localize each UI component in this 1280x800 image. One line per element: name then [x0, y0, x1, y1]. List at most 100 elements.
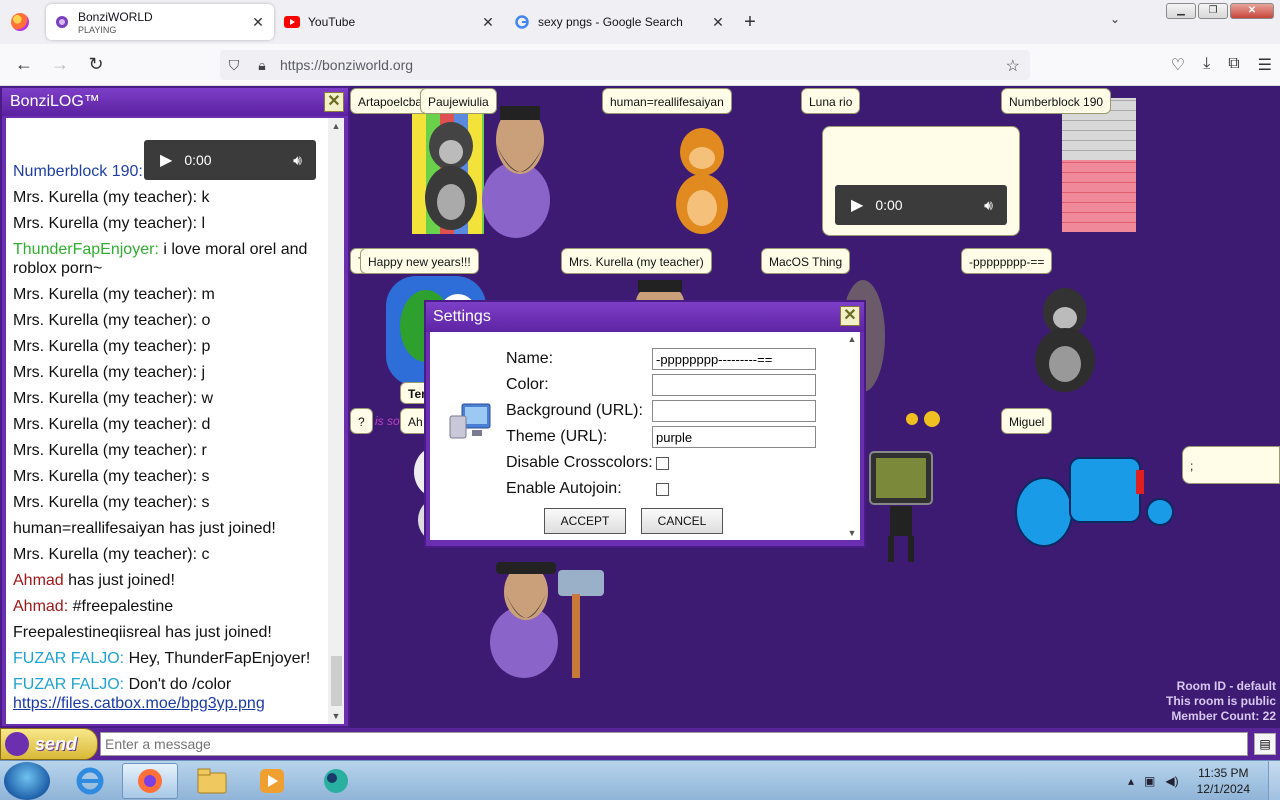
- chat-log[interactable]: ▶ 0:00 🔊︎ Numberblock 190: Mrs. Kurella …: [6, 118, 344, 724]
- clock[interactable]: 11:35 PM 12/1/2024: [1197, 765, 1250, 797]
- settings-title: Settings: [433, 308, 491, 325]
- clock-date: 12/1/2024: [1196, 782, 1250, 796]
- blue-character-sprite[interactable]: [1014, 450, 1174, 550]
- scroll-down-icon[interactable]: ▼: [328, 708, 344, 724]
- show-desktop-button[interactable]: [1268, 761, 1280, 800]
- close-tab-icon[interactable]: ✕: [250, 14, 266, 30]
- accept-button[interactable]: ACCEPT: [544, 508, 626, 534]
- color-field[interactable]: [652, 374, 816, 396]
- send-button[interactable]: send: [0, 728, 98, 760]
- bookmark-star-icon[interactable]: ☆: [1006, 56, 1020, 76]
- numberblock-190-sprite[interactable]: [1062, 98, 1136, 232]
- lock-icon[interactable]: 🔒︎: [248, 57, 276, 74]
- speaker-icon[interactable]: ◀): [1165, 774, 1178, 788]
- background-url-label: Background (URL):: [506, 402, 643, 419]
- log-link[interactable]: https://files.catbox.moe/bpg3yp.png: [13, 695, 265, 712]
- log-username: ThunderFapEnjoyer:: [13, 241, 159, 258]
- pocket-icon[interactable]: ♡: [1171, 55, 1185, 75]
- volume-icon[interactable]: 🔊︎: [984, 197, 993, 214]
- system-tray: ▴ ▣ ◀) 11:35 PM 12/1/2024: [1128, 761, 1280, 800]
- shield-icon[interactable]: ⛉: [220, 57, 248, 74]
- name-tag: Numberblock 190: [1001, 88, 1112, 114]
- bonzi-face-icon: [5, 732, 29, 756]
- cancel-button[interactable]: CANCEL: [641, 508, 723, 534]
- log-username: FUZAR FALJO:: [13, 650, 125, 667]
- log-line: Mrs. Kurella (my teacher): d: [13, 416, 211, 433]
- tab-subtitle: PLAYING: [78, 24, 117, 35]
- play-icon[interactable]: ▶: [851, 195, 863, 215]
- hammer-bonzi-sprite[interactable]: [474, 558, 614, 682]
- app-icon[interactable]: [308, 763, 364, 799]
- internet-explorer-icon[interactable]: [62, 763, 118, 799]
- scroll-down-icon[interactable]: ▼: [844, 528, 860, 538]
- forward-icon[interactable]: →: [42, 54, 78, 75]
- reload-icon[interactable]: ↻: [78, 54, 114, 75]
- navigation-bar: ← → ↻ ⛉ 🔒︎ https://bonziworld.org ☆ ♡ ⤓ …: [0, 44, 1280, 86]
- gorilla-sprite[interactable]: [1020, 282, 1110, 398]
- room-id: Room ID - default: [1176, 679, 1276, 693]
- theme-url-field[interactable]: [652, 426, 816, 448]
- url-text[interactable]: https://bonziworld.org: [280, 57, 413, 73]
- bearded-bonzi-sprite[interactable]: [472, 100, 560, 240]
- enable-autojoin-label: Enable Autojoin:: [506, 480, 622, 497]
- settings-dialog: Settings ✕ Name: Color: Background (URL)…: [424, 300, 866, 548]
- window-controls: ▁ ❐ ✕: [1166, 3, 1274, 19]
- tab-google-search[interactable]: sexy pngs - Google Search ✕: [506, 4, 734, 40]
- message-bar: send ▤: [0, 728, 1280, 760]
- attachment-icon[interactable]: ▤: [1254, 733, 1276, 755]
- firefox-taskbar-icon[interactable]: [122, 763, 178, 799]
- restore-button[interactable]: ❐: [1198, 3, 1228, 19]
- extensions-icon[interactable]: ⧉: [1228, 55, 1239, 75]
- name-field[interactable]: [652, 348, 816, 370]
- settings-title-bar: Settings ✕: [426, 302, 864, 332]
- name-tag: Mrs. Kurella (my teacher): [561, 248, 712, 274]
- firefox-logo-icon[interactable]: [11, 13, 29, 31]
- background-url-field[interactable]: [652, 400, 816, 422]
- bonzilog-panel: BonziLOG™ ✕ ▶ 0:00 🔊︎ Numberblock 190: M…: [0, 86, 350, 728]
- close-icon[interactable]: ✕: [324, 92, 344, 112]
- audio-time: 0:00: [875, 197, 903, 213]
- close-tab-icon[interactable]: ✕: [480, 14, 496, 30]
- scroll-up-icon[interactable]: ▲: [844, 334, 860, 344]
- tv-robot-sprite[interactable]: [866, 446, 936, 564]
- log-line: Mrs. Kurella (my teacher): p: [13, 338, 211, 355]
- log-line: Mrs. Kurella (my teacher): s: [13, 494, 210, 511]
- settings-scrollbar[interactable]: ▲ ▼: [844, 332, 860, 540]
- audio-player[interactable]: ▶ 0:00 🔊︎: [835, 185, 1007, 225]
- orange-bonzi-sprite[interactable]: [662, 120, 742, 240]
- network-icon[interactable]: ▣: [1144, 774, 1155, 788]
- google-icon: [514, 14, 530, 30]
- show-hidden-icons-icon[interactable]: ▴: [1128, 774, 1134, 788]
- scroll-up-icon[interactable]: ▲: [328, 118, 344, 134]
- file-explorer-icon[interactable]: [184, 763, 240, 799]
- menu-icon[interactable]: ☰: [1258, 55, 1272, 75]
- close-icon[interactable]: ✕: [840, 306, 860, 326]
- close-tab-icon[interactable]: ✕: [710, 14, 726, 30]
- name-tag: Paujewiulia: [420, 88, 497, 114]
- message-input[interactable]: [100, 732, 1248, 756]
- clock-time: 11:35 PM: [1198, 766, 1249, 780]
- log-message: Don't do /color: [128, 676, 232, 693]
- scroll-thumb[interactable]: [331, 656, 342, 706]
- log-line: FUZAR FALJO: Hey, ThunderFapEnjoyer!: [13, 649, 323, 668]
- window-close-button[interactable]: ✕: [1230, 3, 1274, 19]
- tab-bonziworld[interactable]: BonziWORLD PLAYING ✕: [46, 4, 274, 40]
- log-line: Mrs. Kurella (my teacher): c: [13, 546, 210, 563]
- media-player-icon[interactable]: [244, 763, 300, 799]
- tab-title: YouTube: [308, 15, 356, 29]
- disable-crosscolors-checkbox[interactable]: [656, 456, 669, 470]
- theme-url-label: Theme (URL):: [506, 428, 608, 445]
- windows-start-button[interactable]: [4, 762, 50, 800]
- download-icon[interactable]: ⤓: [1203, 55, 1210, 75]
- new-tab-button[interactable]: +: [736, 11, 764, 34]
- log-line: Mrs. Kurella (my teacher): l: [13, 215, 206, 232]
- address-bar[interactable]: ⛉ 🔒︎ https://bonziworld.org ☆: [220, 50, 1030, 80]
- back-icon[interactable]: ←: [6, 54, 42, 75]
- name-tag: Artapoelcba: [350, 88, 431, 114]
- tab-youtube[interactable]: YouTube ✕: [276, 4, 504, 40]
- chevron-down-icon[interactable]: ⌄: [1110, 12, 1120, 26]
- enable-autojoin-checkbox[interactable]: [656, 482, 669, 496]
- minimize-button[interactable]: ▁: [1166, 3, 1196, 19]
- name-tag: Luna rio: [801, 88, 861, 114]
- chat-scrollbar[interactable]: ▲ ▼: [328, 118, 344, 724]
